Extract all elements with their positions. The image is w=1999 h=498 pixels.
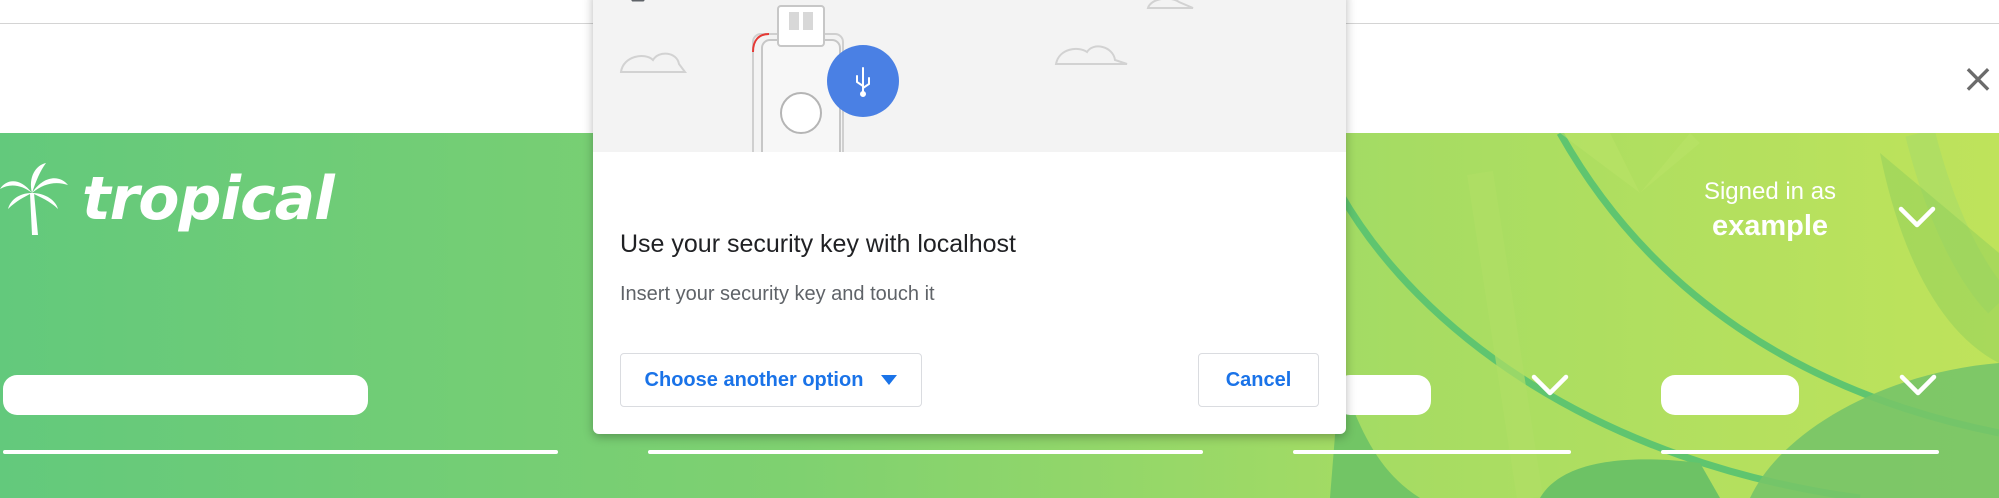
page: × tropical Signed in as example Use your… xyxy=(0,0,1999,498)
field-pill[interactable] xyxy=(1336,375,1431,415)
security-key-dialog: Use your security key with localhost Ins… xyxy=(593,0,1346,434)
security-key-illustration xyxy=(619,0,1194,177)
account-menu[interactable]: Signed in as example xyxy=(1700,178,1840,243)
palm-tree-icon xyxy=(0,163,68,235)
field-underline xyxy=(1661,450,1939,454)
dialog-title: Use your security key with localhost xyxy=(620,230,1016,258)
chevron-down-icon[interactable] xyxy=(1897,203,1937,231)
cancel-button[interactable]: Cancel xyxy=(1198,353,1319,407)
field-underline xyxy=(3,450,558,454)
chevron-down-icon[interactable] xyxy=(1898,371,1938,399)
field-pill[interactable] xyxy=(1661,375,1799,415)
close-icon[interactable]: × xyxy=(1961,59,1995,99)
field-underline xyxy=(648,450,1203,454)
dialog-subtitle: Insert your security key and touch it xyxy=(620,283,935,305)
dialog-illustration xyxy=(593,0,1346,177)
signed-in-username: example xyxy=(1711,210,1829,242)
site-logo-text: tropical xyxy=(82,164,335,234)
field-pill[interactable] xyxy=(3,375,368,415)
site-logo[interactable]: tropical xyxy=(0,163,335,235)
signed-in-label: Signed in as xyxy=(1703,178,1837,205)
choose-another-option-label: Choose another option xyxy=(644,368,864,391)
dropdown-triangle-icon xyxy=(881,375,898,385)
field-underline xyxy=(1293,450,1571,454)
choose-another-option-button[interactable]: Choose another option xyxy=(620,353,922,407)
chevron-down-icon[interactable] xyxy=(1530,371,1570,399)
